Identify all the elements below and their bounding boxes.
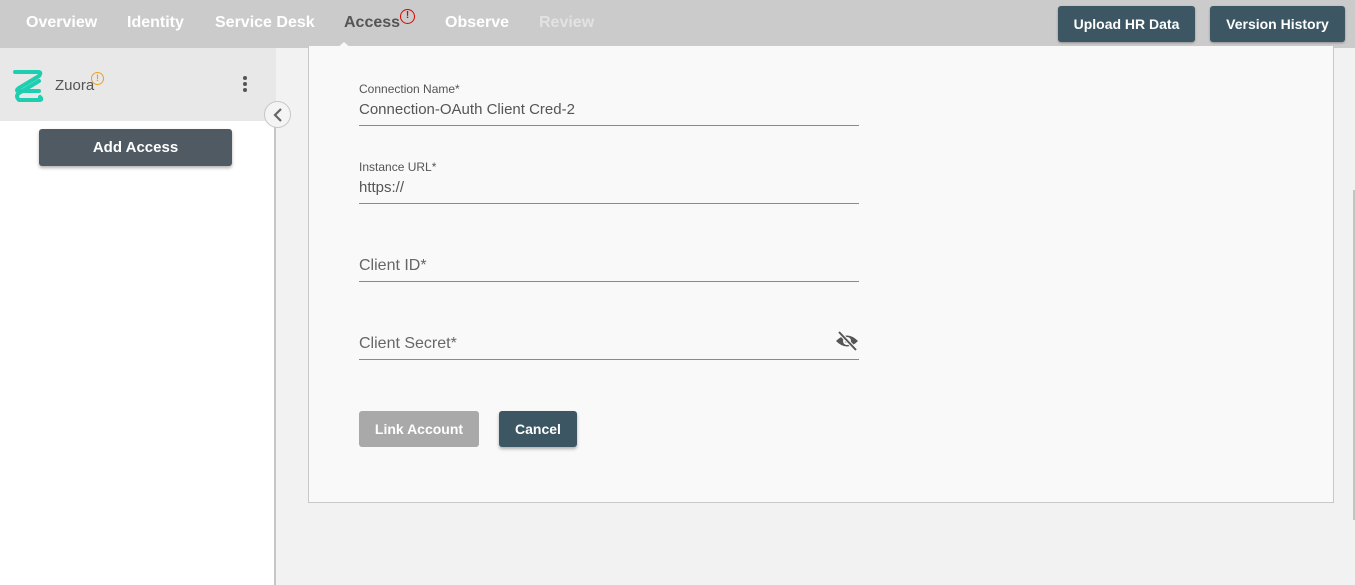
client-secret-field[interactable]: Client Secret* bbox=[359, 331, 859, 364]
version-history-button[interactable]: Version History bbox=[1210, 6, 1345, 42]
instance-url-field[interactable]: Instance URL* https:// bbox=[359, 160, 859, 206]
app-list-item-zuora[interactable]: Zuora ! bbox=[0, 48, 276, 121]
field-underline bbox=[359, 281, 859, 282]
upload-hr-data-button[interactable]: Upload HR Data bbox=[1058, 6, 1195, 42]
client-id-label: Client ID* bbox=[359, 257, 427, 274]
tab-identity[interactable]: Identity bbox=[127, 14, 184, 32]
field-underline bbox=[359, 203, 859, 204]
sidebar: Zuora ! Add Access bbox=[0, 48, 276, 585]
link-account-button[interactable]: Link Account bbox=[359, 411, 479, 447]
tab-access[interactable]: Access bbox=[344, 14, 400, 32]
instance-url-value[interactable]: https:// bbox=[359, 179, 404, 196]
tab-observe[interactable]: Observe bbox=[445, 14, 509, 32]
tab-overview[interactable]: Overview bbox=[26, 14, 97, 32]
warning-icon: ! bbox=[91, 72, 104, 85]
eye-off-icon[interactable] bbox=[835, 331, 859, 351]
instance-url-label: Instance URL* bbox=[359, 160, 437, 174]
kebab-menu-icon[interactable] bbox=[240, 76, 250, 94]
collapse-sidebar-button[interactable] bbox=[264, 101, 291, 128]
add-access-button[interactable]: Add Access bbox=[39, 129, 232, 166]
tab-service-desk[interactable]: Service Desk bbox=[215, 14, 315, 32]
connection-name-value[interactable]: Connection-OAuth Client Cred-2 bbox=[359, 101, 575, 118]
app-name: Zuora bbox=[55, 77, 95, 94]
client-id-field[interactable]: Client ID* bbox=[359, 256, 859, 286]
connection-name-field[interactable]: Connection Name* Connection-OAuth Client… bbox=[359, 82, 859, 128]
connection-name-label: Connection Name* bbox=[359, 82, 460, 96]
field-underline bbox=[359, 359, 859, 360]
connection-form-card: Connection Name* Connection-OAuth Client… bbox=[308, 46, 1334, 503]
top-nav-bar: Overview Identity Service Desk Access ! … bbox=[0, 0, 1355, 48]
main-content: Connection Name* Connection-OAuth Client… bbox=[278, 42, 1355, 585]
field-underline bbox=[359, 125, 859, 126]
cancel-button[interactable]: Cancel bbox=[499, 411, 577, 447]
tab-review: Review bbox=[539, 14, 595, 31]
zuora-logo bbox=[13, 70, 44, 102]
client-secret-label: Client Secret* bbox=[359, 335, 457, 352]
chevron-left-icon bbox=[273, 108, 282, 122]
access-alert-badge: ! bbox=[400, 9, 415, 24]
